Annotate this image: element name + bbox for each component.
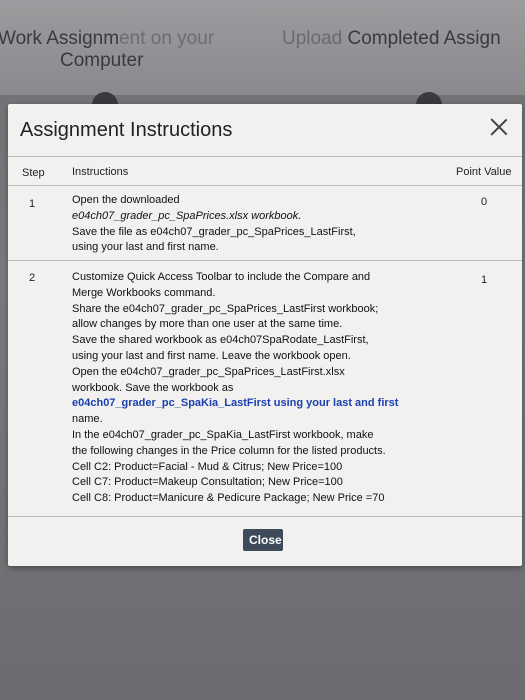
instruction-line: Save the shared workbook as e04ch07SpaRo… [72, 334, 369, 347]
divider [8, 516, 522, 517]
instruction-line: workbook. Save the workbook as [72, 381, 234, 394]
instruction-line: Save the file as e04ch07_grader_pc_SpaPr… [72, 225, 356, 238]
instruction-line: Open the downloaded [72, 194, 180, 206]
instruction-text: Open the downloaded e04ch07_grader_pc_Sp… [72, 193, 417, 256]
point-value: 1 [481, 274, 488, 286]
instruction-line: the following changes in the Price colum… [72, 444, 386, 457]
instruction-line: Open the e04ch07_grader_pc_SpaPrices_Las… [72, 365, 345, 378]
instruction-line: Customize Quick Access Toolbar to includ… [72, 271, 371, 283]
dialog-title: Assignment Instructions [20, 119, 233, 141]
divider [8, 185, 522, 186]
instruction-line: using your last and first name. [72, 241, 219, 254]
assignment-instructions-dialog: Assignment Instructions Step Instruction… [8, 104, 522, 566]
instruction-line: Cell C2: Product=Facial - Mud & Citrus; … [72, 460, 343, 473]
divider [8, 156, 522, 157]
close-button[interactable]: Close [243, 529, 283, 551]
instruction-line: using your last and first name. Leave th… [72, 349, 351, 362]
upload-completed-link[interactable]: Upload Completed Assign [282, 28, 501, 50]
instruction-line: Cell C7: Product=Makeup Consultation; Ne… [72, 476, 343, 489]
dialog-header: Assignment Instructions [8, 104, 522, 156]
instruction-line: allow changes by more than one user at t… [72, 318, 343, 331]
column-header-step: Step [22, 167, 45, 179]
instruction-line: Cell C8: Product=Manicure & Pedicure Pac… [72, 492, 385, 505]
step-number: 2 [29, 272, 36, 284]
instruction-line: Share the e04ch07_grader_pc_SpaPrices_La… [72, 302, 379, 315]
column-header-instructions: Instructions [72, 166, 129, 178]
instruction-line: name. [72, 413, 103, 426]
instruction-line: e04ch07_grader_pc_SpaKia_LastFirst using… [72, 397, 399, 410]
instruction-line: e04ch07_grader_pc_SpaPrices.xlsx workboo… [72, 209, 302, 222]
instruction-line: In the e04ch07_grader_pc_SpaKia_LastFirs… [72, 428, 374, 441]
step-number: 1 [29, 198, 36, 210]
point-value: 0 [481, 196, 488, 208]
divider [8, 260, 522, 261]
close-icon[interactable] [490, 118, 508, 136]
instruction-line: Merge Workbooks command. [72, 286, 216, 299]
column-header-point-value: Point Value [456, 166, 512, 178]
work-assignment-link[interactable]: Work Assignment on your Computer [0, 28, 248, 72]
instruction-text: Customize Quick Access Toolbar to includ… [72, 270, 417, 507]
